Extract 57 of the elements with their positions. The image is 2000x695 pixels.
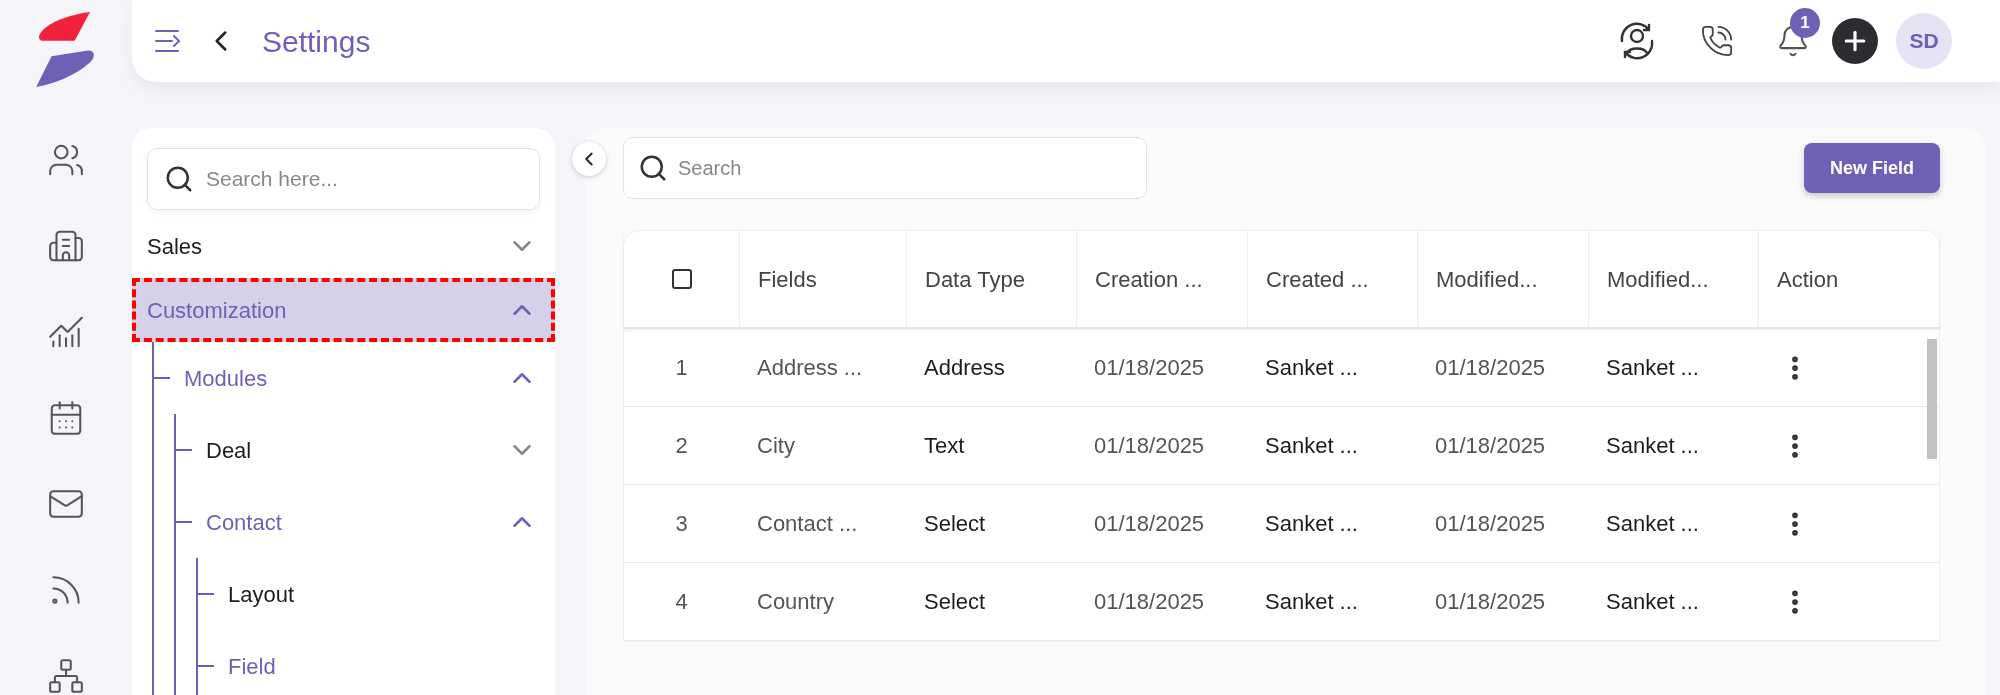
nav-item[interactable]: Modules [174, 342, 555, 414]
table-cell: Sanket ... [1606, 511, 1699, 536]
add-button[interactable] [1832, 18, 1878, 64]
table-cell: Sanket ... [1606, 433, 1699, 458]
phone-icon[interactable] [1700, 24, 1734, 58]
page-title: Settings [262, 23, 371, 60]
table-cell: Sanket ... [1606, 589, 1699, 614]
table-cell: 01/18/2025 [1094, 433, 1205, 458]
table-cell: Select [924, 511, 986, 536]
table-cell: Address [924, 355, 1005, 380]
table-cell: Contact ... [757, 511, 858, 536]
table-cell: Country [757, 589, 835, 614]
table-cell: 01/18/2025 [1435, 589, 1546, 614]
menu-icon[interactable] [154, 28, 182, 54]
row-number: 1 [674, 354, 689, 382]
nav-item[interactable]: Deal [196, 414, 555, 486]
notification-badge: 1 [1790, 8, 1820, 38]
table-cell: Sanket ... [1265, 589, 1358, 614]
table-cell: Address ... [757, 355, 863, 380]
nav-item[interactable]: Customization [132, 278, 555, 342]
logo-icon[interactable] [35, 12, 97, 87]
row-number: 4 [674, 588, 689, 616]
table-cell: 01/18/2025 [1435, 355, 1546, 380]
row-number: 2 [674, 432, 689, 460]
table-cell: Sanket ... [1265, 355, 1358, 380]
column-header[interactable]: Modified... [1436, 262, 1538, 296]
table-cell: 01/18/2025 [1435, 511, 1546, 536]
table-cell: City [757, 433, 795, 458]
nav-item[interactable]: Sales [132, 214, 555, 278]
table-cell: Sanket ... [1265, 511, 1358, 536]
table-cell: Sanket ... [1265, 433, 1358, 458]
nav-item[interactable]: Layout [218, 558, 555, 630]
search-icon [164, 164, 194, 194]
search-icon [638, 153, 668, 183]
column-header[interactable]: Created ... [1266, 262, 1369, 296]
user-avatar[interactable]: SD [1896, 13, 1952, 69]
column-header[interactable]: Data Type [925, 262, 1025, 296]
search-box[interactable]: Search here... [147, 148, 540, 210]
search-field[interactable]: Search here... [206, 149, 539, 209]
column-header[interactable]: Creation ... [1095, 262, 1203, 296]
table-cell: Sanket ... [1606, 355, 1699, 380]
column-header[interactable]: Action [1777, 262, 1839, 296]
table-cell: 01/18/2025 [1435, 433, 1546, 458]
table-cell: 01/18/2025 [1094, 589, 1205, 614]
select-all-checkbox[interactable] [671, 269, 692, 289]
nav-item[interactable]: Field [218, 630, 555, 695]
table-cell: Select [924, 589, 986, 614]
collapse-button[interactable] [572, 142, 606, 176]
table-cell: 01/18/2025 [1094, 355, 1205, 380]
table-cell: 01/18/2025 [1094, 511, 1205, 536]
column-header[interactable]: Fields [758, 262, 817, 296]
network-icon[interactable] [47, 657, 85, 695]
table-cell: Text [924, 433, 965, 458]
column-header[interactable]: Modified... [1607, 262, 1709, 296]
new-field-button[interactable]: New Field [1804, 143, 1940, 193]
row-number: 3 [674, 510, 689, 538]
nav-item[interactable]: Contact [196, 486, 555, 558]
